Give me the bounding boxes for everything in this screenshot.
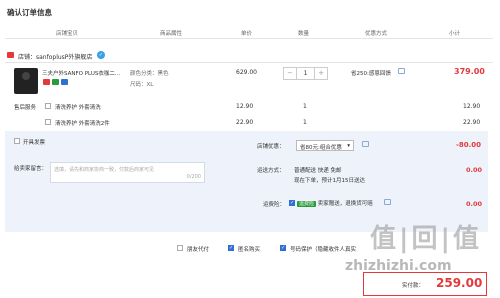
insurance-desc: 运费险 卖家赠送，退换货可赔 xyxy=(297,199,373,207)
product-name[interactable]: 三夫户外SANFO PLUS衣咖二... xyxy=(42,69,120,77)
service-icon xyxy=(61,79,68,85)
shipping-method: 普通配送 快递 免邮 xyxy=(294,168,342,174)
watermark-logo: 值|回|值 xyxy=(370,224,482,254)
total-box: 实付款： 259.00 xyxy=(363,272,487,296)
shipping-eta: 现在下单，预计1月15日送达 xyxy=(294,178,365,184)
service-price-2: 22.90 xyxy=(236,119,254,126)
message-label: 给卖家留言： xyxy=(14,166,48,172)
shipping-amount: 0.00 xyxy=(466,166,483,174)
message-counter: 0/200 xyxy=(186,174,201,180)
service-checkbox-1[interactable] xyxy=(45,103,51,109)
phone-protect-checkbox[interactable] xyxy=(280,245,286,251)
product-color: 颜色分类：黑色 xyxy=(130,71,169,77)
friend-pay-checkbox[interactable] xyxy=(177,245,183,251)
insurance-info-icon[interactable] xyxy=(384,199,391,205)
shop-icon xyxy=(7,52,14,58)
discount-chat-icon[interactable] xyxy=(362,141,369,147)
col-header-attr: 商品属性 xyxy=(160,31,183,37)
invoice-checkbox[interactable] xyxy=(14,138,20,144)
service-name-2: 清洗养护 外套清洗2件 xyxy=(55,121,110,127)
qty-minus-button[interactable]: − xyxy=(284,68,296,79)
total-label: 实付款： xyxy=(402,283,425,289)
service-subtotal-1: 12.90 xyxy=(463,103,481,110)
shop-discount-label: 店铺优惠： xyxy=(257,144,285,150)
qty-plus-button[interactable]: + xyxy=(315,68,327,79)
shop-link[interactable]: 店铺：sanfoplusP外旗舰店 xyxy=(18,52,92,61)
service-checkbox-2[interactable] xyxy=(45,119,51,125)
chevron-down-icon: ▾ xyxy=(347,143,350,149)
qty-value[interactable]: 1 xyxy=(296,68,315,79)
shop-discount-amount: -80.00 xyxy=(456,141,482,149)
message-textarea[interactable]: 选填，请先和商家协商一致，付款后商家可见 0/200 xyxy=(50,162,205,183)
friend-pay-label: 朋友代付 xyxy=(187,247,210,253)
product-price: 629.00 xyxy=(236,69,257,76)
service-qty-1: 1 xyxy=(303,103,307,110)
product-size: 尺码：XL xyxy=(130,82,154,88)
insurance-text: 卖家赠送，退换货可赔 xyxy=(317,201,373,207)
anonymous-label: 匿名购买 xyxy=(238,247,261,253)
message-placeholder: 选填，请先和商家协商一致，付款后商家可见 xyxy=(54,167,155,173)
service-price-1: 12.90 xyxy=(236,103,254,110)
service-name-1: 清洗养护 外套清洗 xyxy=(55,105,101,111)
services-label: 售后服务 xyxy=(14,105,37,111)
col-header-price: 单价 xyxy=(241,31,253,37)
tmall-icon xyxy=(43,79,50,85)
product-image[interactable] xyxy=(14,68,38,94)
chat-icon[interactable]: ✓ xyxy=(97,51,105,59)
invoice-label: 开具发票 xyxy=(23,140,46,146)
shop-discount-select[interactable]: 省80元:组合优惠 ▾ xyxy=(296,140,354,151)
quantity-stepper[interactable]: − 1 + xyxy=(283,67,328,80)
shop-discount-value: 省80元:组合优惠 xyxy=(300,145,342,151)
col-header-subtotal: 小计 xyxy=(449,31,461,37)
insurance-checkbox[interactable] xyxy=(289,200,295,206)
page-title: 确认订单信息 xyxy=(7,8,52,17)
product-discount[interactable]: 省250:感恩回馈 xyxy=(351,69,391,77)
insurance-label: 运费险： xyxy=(263,202,286,208)
anonymous-checkbox[interactable] xyxy=(228,245,234,251)
phone-protect-label: 号码保护（隐藏收件人真实 xyxy=(290,247,357,253)
header-divider xyxy=(5,38,493,39)
discount-info-icon[interactable] xyxy=(398,68,405,74)
total-amount: 259.00 xyxy=(436,276,483,290)
insurance-tag: 运费险 xyxy=(297,201,317,207)
shop-divider xyxy=(5,62,493,63)
guarantee-icon xyxy=(52,79,59,85)
product-subtotal: 379.00 xyxy=(454,67,485,76)
service-qty-2: 1 xyxy=(303,119,307,126)
insurance-amount: 0.00 xyxy=(466,200,483,208)
col-header-item: 店铺宝贝 xyxy=(56,31,79,37)
shipping-label: 运送方式： xyxy=(257,168,285,174)
col-header-discount: 优惠方式 xyxy=(365,31,388,37)
col-header-qty: 数量 xyxy=(298,31,310,37)
service-subtotal-2: 22.90 xyxy=(463,119,481,126)
